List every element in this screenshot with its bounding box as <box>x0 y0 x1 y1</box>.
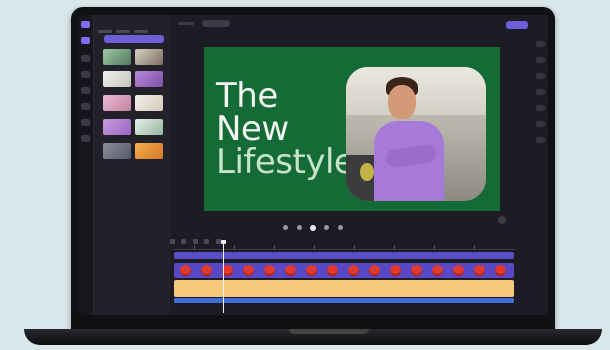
menu-item[interactable] <box>134 30 148 33</box>
media-thumbnail[interactable] <box>103 119 131 135</box>
clip-frame <box>411 265 422 276</box>
ruler-tick <box>434 245 435 249</box>
export-button[interactable] <box>506 21 528 29</box>
playhead[interactable] <box>223 241 224 313</box>
clip-frame <box>243 265 254 276</box>
ruler-tick <box>234 245 235 249</box>
clip-frame <box>432 265 443 276</box>
audio-track-clip[interactable] <box>174 280 514 297</box>
brand-kit-icon[interactable] <box>81 119 90 126</box>
media-panel <box>94 15 170 315</box>
filters-icon[interactable] <box>81 103 90 110</box>
effects-icon[interactable] <box>81 71 90 78</box>
overlay-track-clip[interactable] <box>174 298 514 303</box>
title-track-clip[interactable] <box>174 252 514 259</box>
clip-frame <box>369 265 380 276</box>
preview-title-text: The New Lifestyle <box>216 79 355 182</box>
timeline-ruler[interactable] <box>174 243 514 250</box>
ruler-tick <box>314 245 315 249</box>
playback-controls <box>78 219 548 231</box>
breadcrumb[interactable] <box>178 22 194 25</box>
left-tool-rail <box>78 15 94 315</box>
person-head <box>388 85 416 119</box>
menu-item[interactable] <box>98 30 112 33</box>
laptop-base <box>24 329 602 345</box>
clip-frame <box>180 265 191 276</box>
laptop-notch <box>289 329 369 334</box>
effects-icon[interactable] <box>536 105 545 111</box>
top-bar <box>170 15 548 35</box>
clip-frame <box>201 265 212 276</box>
skip-back-icon[interactable] <box>283 225 289 231</box>
clip-frame <box>453 265 464 276</box>
video-track-clip[interactable] <box>174 263 514 278</box>
video-preview[interactable]: The New Lifestyle <box>204 47 500 211</box>
media-thumbnail[interactable] <box>135 95 163 111</box>
plant-shape <box>360 163 374 181</box>
adjust-icon[interactable] <box>536 121 545 127</box>
play-icon[interactable] <box>310 224 316 231</box>
editor-screen: The New Lifestyle <box>78 15 548 315</box>
app-menu <box>98 20 168 33</box>
clip-frame <box>327 265 338 276</box>
ruler-tick <box>274 245 275 249</box>
clip-frame <box>264 265 275 276</box>
media-thumbnail[interactable] <box>135 71 163 87</box>
media-thumbnail[interactable] <box>103 95 131 111</box>
clip-frame <box>495 265 506 276</box>
ruler-tick <box>194 245 195 249</box>
clip-frame <box>348 265 359 276</box>
templates-icon[interactable] <box>81 135 90 142</box>
home-icon[interactable] <box>81 21 90 28</box>
import-media-button[interactable] <box>104 35 164 43</box>
forward-icon[interactable] <box>324 225 330 231</box>
clip-frame <box>306 265 317 276</box>
fade-icon[interactable] <box>536 73 545 79</box>
playhead-handle[interactable] <box>221 240 226 244</box>
ruler-tick <box>354 245 355 249</box>
media-thumbnail[interactable] <box>135 143 163 159</box>
captions-icon[interactable] <box>536 41 545 47</box>
clip-frame <box>474 265 485 276</box>
woman-photo <box>346 67 486 201</box>
filters-icon[interactable] <box>536 89 545 95</box>
media-thumbnail[interactable] <box>103 71 131 87</box>
media-icon[interactable] <box>81 37 90 44</box>
media-thumbnail[interactable] <box>135 119 163 135</box>
ruler-tick <box>474 245 475 249</box>
title-line: Lifestyle <box>216 142 355 182</box>
rewind-icon[interactable] <box>296 225 302 231</box>
skip-forward-icon[interactable] <box>337 225 343 231</box>
media-thumbnail[interactable] <box>103 49 131 65</box>
right-properties-rail <box>533 37 548 237</box>
project-title[interactable] <box>202 20 230 27</box>
clip-frame <box>390 265 401 276</box>
audio-icon[interactable] <box>536 57 545 63</box>
media-thumbnail[interactable] <box>103 143 131 159</box>
media-thumbnail[interactable] <box>135 49 163 65</box>
text-icon[interactable] <box>81 55 90 62</box>
media-footer <box>102 302 162 308</box>
speed-icon[interactable] <box>536 137 545 143</box>
clip-frame <box>285 265 296 276</box>
menu-item[interactable] <box>116 30 130 33</box>
ruler-tick <box>394 245 395 249</box>
transitions-icon[interactable] <box>81 87 90 94</box>
